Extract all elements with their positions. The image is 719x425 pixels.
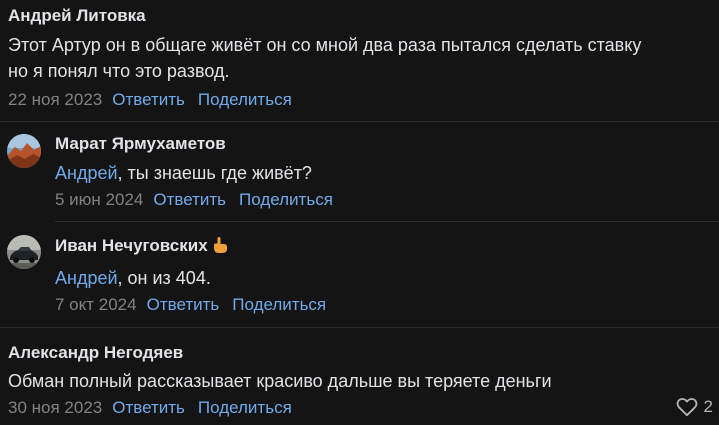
- comment-text-line: Этот Артур он в общаге живёт он со мной …: [8, 35, 642, 55]
- comment-author[interactable]: Александр Негодяев: [8, 343, 719, 363]
- reply-comment: Иван Нечуговских Андрей, он из 404. 7 ок…: [55, 236, 719, 315]
- comment-text-line: но я понял что это развод.: [8, 61, 230, 81]
- like-button[interactable]: 2: [676, 397, 713, 417]
- comment-meta: 7 окт 2024 Ответить Поделиться: [55, 295, 719, 315]
- comment-text: Андрей, он из 404.: [55, 265, 719, 291]
- heart-outline-icon: [676, 398, 697, 417]
- comment-author[interactable]: Марат Ярмухаметов: [55, 134, 719, 154]
- reply-button[interactable]: Ответить: [153, 190, 226, 209]
- like-count: 2: [703, 397, 713, 416]
- comment-date[interactable]: 30 ноя 2023: [8, 398, 102, 417]
- comment-text: Обман полный рассказывает красиво дальше…: [8, 371, 552, 391]
- mention-link[interactable]: Андрей: [55, 163, 118, 183]
- share-button[interactable]: Поделиться: [198, 90, 292, 109]
- reply-button[interactable]: Ответить: [112, 398, 185, 417]
- mention-link[interactable]: Андрей: [55, 268, 118, 288]
- avatar[interactable]: [7, 235, 41, 269]
- avatar[interactable]: [7, 134, 41, 168]
- landscape-avatar-icon: [7, 134, 41, 168]
- comment-author[interactable]: Андрей Литовка: [8, 6, 719, 26]
- reply-button[interactable]: Ответить: [112, 90, 185, 109]
- reply-button[interactable]: Ответить: [147, 295, 220, 314]
- comment-meta: 22 ноя 2023 Ответить Поделиться: [8, 90, 719, 110]
- comment-date[interactable]: 7 окт 2024: [55, 295, 137, 314]
- car-avatar-icon: [7, 235, 41, 269]
- comment-date[interactable]: 5 июн 2024: [55, 190, 143, 209]
- divider: [0, 121, 719, 122]
- comment: Александр Негодяев Обман полный рассказы…: [8, 343, 719, 418]
- share-button[interactable]: Поделиться: [239, 190, 333, 209]
- hand-pointing-icon: [212, 236, 228, 259]
- comment-author[interactable]: Иван Нечуговских: [55, 236, 208, 255]
- comment-text: Андрей, ты знаешь где живёт?: [55, 160, 719, 186]
- comment-author-row: Иван Нечуговских: [55, 236, 719, 259]
- share-button[interactable]: Поделиться: [232, 295, 326, 314]
- comment-text-body: , ты знаешь где живёт?: [117, 163, 312, 183]
- share-button[interactable]: Поделиться: [198, 398, 292, 417]
- comment-text-body: , он из 404.: [117, 268, 211, 288]
- reply-comment: Марат Ярмухаметов Андрей, ты знаешь где …: [55, 134, 719, 210]
- divider: [0, 327, 719, 328]
- comment-meta: 5 июн 2024 Ответить Поделиться: [55, 190, 719, 210]
- divider: [55, 221, 719, 222]
- comment-date[interactable]: 22 ноя 2023: [8, 90, 102, 109]
- comment: Андрей Литовка Этот Артур он в общаге жи…: [8, 6, 719, 110]
- comment-meta: 30 ноя 2023 Ответить Поделиться: [8, 398, 719, 418]
